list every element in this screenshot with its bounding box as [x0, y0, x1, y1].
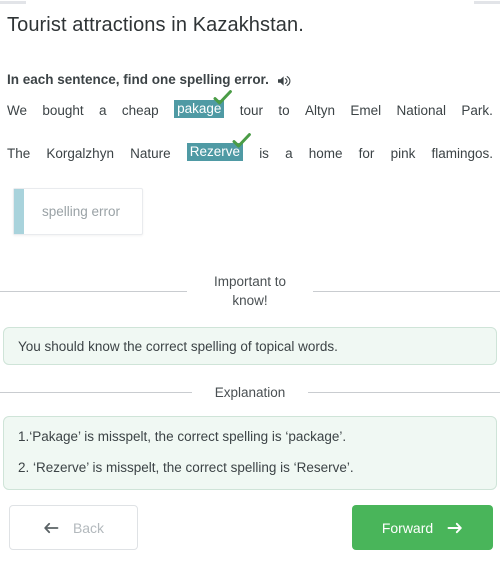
back-button-label: Back — [72, 519, 105, 536]
divider-line-left — [0, 392, 192, 393]
sentence-2: The Korgalzhyn Nature Rezerve is a home … — [7, 133, 493, 161]
arrow-right-icon — [447, 522, 463, 534]
explanation-divider-label: Explanation — [214, 385, 286, 400]
sentence-2-word: is — [259, 146, 269, 161]
sentence-2-word: Korgalzhyn — [46, 146, 114, 161]
forward-button-label: Forward — [381, 519, 434, 536]
sentence-2-answer-slot[interactable]: Rezerve — [186, 133, 251, 161]
important-info-box: You should know the correct spelling of … — [3, 327, 497, 365]
explanation-divider: Explanation — [0, 383, 500, 402]
sentence-2-answer-text: Rezerve — [189, 144, 241, 159]
sentence-1-word: to — [278, 103, 290, 118]
sentence-1: We bought a cheap pakage tour to Altyn E… — [7, 90, 493, 118]
sentence-1-word: cheap — [121, 103, 159, 118]
exercise-page: Tourist attractions in Kazakhstan. In ea… — [0, 0, 500, 567]
sentence-2-word: pink — [390, 146, 416, 161]
sentence-1-word: bought — [42, 103, 84, 118]
sentence-1-word: We — [7, 103, 28, 118]
sentence-1-answer-slot[interactable]: pakage — [174, 90, 233, 118]
instruction-row: In each sentence, find one spelling erro… — [7, 71, 292, 89]
explanation-line: 1.‘Pakage’ is misspelt, the correct spel… — [18, 429, 347, 444]
back-button[interactable]: Back — [9, 505, 138, 550]
token-label: spelling error — [41, 204, 121, 219]
sentence-1-word: Park. — [461, 103, 493, 118]
top-edge-artifact-right — [474, 1, 500, 4]
sentence-2-word: The — [7, 146, 31, 161]
forward-button[interactable]: Forward — [352, 505, 493, 550]
divider-line-left — [0, 290, 187, 292]
sentence-2-word: for — [358, 146, 375, 161]
sentence-2-word: a — [285, 146, 293, 161]
sentence-1-word: National — [396, 103, 446, 118]
speaker-icon[interactable] — [277, 74, 292, 88]
explanation-line: 2. ‘Rezerve’ is misspelt, the correct sp… — [18, 460, 354, 475]
top-edge-artifact-left — [0, 1, 26, 4]
explanation-box: 1.‘Pakage’ is misspelt, the correct spel… — [3, 416, 497, 490]
important-divider: Important to know! — [0, 272, 500, 310]
divider-line-right — [313, 290, 500, 292]
sentence-1-word: tour — [239, 103, 263, 118]
sentence-1-word: Emel — [350, 103, 382, 118]
sentence-2-word: home — [308, 146, 343, 161]
sentence-2-word: flamingos. — [431, 146, 493, 161]
spelling-error-token[interactable]: spelling error — [13, 188, 143, 235]
page-title: Tourist attractions in Kazakhstan. — [7, 14, 304, 36]
important-divider-label: Important to know! — [213, 274, 287, 308]
important-info-text: You should know the correct spelling of … — [18, 338, 338, 354]
sentence-2-word: Nature — [130, 146, 171, 161]
sentence-1-word: Altyn — [304, 103, 335, 118]
divider-line-right — [308, 392, 500, 393]
arrow-left-icon — [43, 522, 59, 534]
sentence-1-answer-text: pakage — [177, 101, 222, 116]
token-drag-handle[interactable] — [14, 189, 24, 234]
sentence-1-word: a — [99, 103, 107, 118]
instruction-text: In each sentence, find one spelling erro… — [7, 72, 269, 87]
